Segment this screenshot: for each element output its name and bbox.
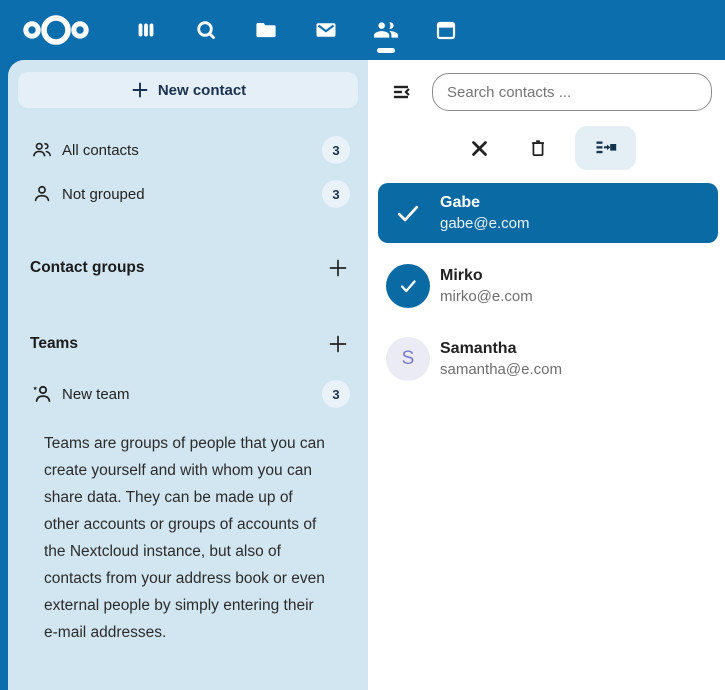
checked-avatar-icon[interactable] bbox=[386, 264, 430, 308]
active-app-indicator bbox=[377, 48, 395, 53]
contact-email: gabe@e.com bbox=[440, 215, 529, 234]
search-contacts-input[interactable] bbox=[432, 73, 712, 111]
contact-row-mirko[interactable]: Mirko mirko@e.com bbox=[378, 256, 718, 316]
contact-name: Samantha bbox=[440, 339, 562, 359]
calendar-icon[interactable] bbox=[424, 5, 468, 55]
sidebar-item-new-team[interactable]: New team 3 bbox=[18, 372, 358, 416]
sidebar-item-label: All contacts bbox=[62, 142, 139, 159]
sidebar-item-label: Not grouped bbox=[62, 186, 145, 203]
sidebar-nav-list: All contacts 3 Not grouped 3 bbox=[18, 128, 358, 216]
contact-row-samantha[interactable]: S Samantha samantha@e.com bbox=[378, 329, 718, 389]
contact-name: Mirko bbox=[440, 266, 533, 286]
new-team-count-badge: 3 bbox=[322, 380, 350, 408]
selection-toolbar bbox=[368, 126, 725, 170]
contacts-icon[interactable] bbox=[364, 5, 408, 55]
person-icon bbox=[30, 182, 54, 206]
merge-contacts-button[interactable] bbox=[575, 126, 636, 170]
contacts-sidebar: New contact All contacts 3 bbox=[8, 60, 368, 690]
selected-check-icon[interactable] bbox=[386, 191, 430, 235]
contact-groups-heading: Contact groups bbox=[18, 246, 358, 290]
nextcloud-logo-icon[interactable] bbox=[22, 12, 90, 48]
contact-name: Gabe bbox=[440, 193, 529, 213]
new-contact-label: New contact bbox=[158, 82, 246, 99]
contact-email: mirko@e.com bbox=[440, 288, 533, 307]
app-header bbox=[0, 0, 725, 60]
apps-grid-icon[interactable] bbox=[124, 5, 168, 55]
contacts-multiple-icon bbox=[30, 138, 54, 162]
plus-icon bbox=[130, 80, 150, 100]
team-star-person-icon bbox=[30, 382, 54, 406]
teams-description: Teams are groups of people that you can … bbox=[44, 430, 328, 646]
mail-icon[interactable] bbox=[304, 5, 348, 55]
contact-email: samantha@e.com bbox=[440, 361, 562, 380]
contact-row-gabe[interactable]: Gabe gabe@e.com bbox=[378, 183, 718, 243]
search-icon[interactable] bbox=[184, 5, 228, 55]
add-contact-group-button[interactable] bbox=[318, 248, 358, 288]
not-grouped-count-badge: 3 bbox=[322, 180, 350, 208]
sidebar-item-all-contacts[interactable]: All contacts 3 bbox=[18, 128, 358, 172]
sidebar-item-label: New team bbox=[62, 386, 130, 403]
add-team-button[interactable] bbox=[318, 324, 358, 364]
contact-groups-title: Contact groups bbox=[30, 259, 145, 277]
files-folder-icon[interactable] bbox=[244, 5, 288, 55]
sidebar-item-not-grouped[interactable]: Not grouped 3 bbox=[18, 172, 358, 216]
cancel-selection-icon[interactable] bbox=[457, 126, 501, 170]
app-navigation bbox=[124, 5, 468, 55]
main-layout: New contact All contacts 3 bbox=[8, 60, 725, 690]
all-contacts-count-badge: 3 bbox=[322, 136, 350, 164]
new-contact-button[interactable]: New contact bbox=[18, 72, 358, 108]
delete-selected-icon[interactable] bbox=[516, 126, 560, 170]
avatar[interactable]: S bbox=[386, 337, 430, 381]
list-header bbox=[368, 60, 725, 114]
contact-list: Gabe gabe@e.com Mirko mirko@e.com bbox=[378, 183, 718, 389]
teams-title: Teams bbox=[30, 335, 78, 353]
merge-icon bbox=[594, 136, 618, 160]
contact-list-panel: Gabe gabe@e.com Mirko mirko@e.com bbox=[368, 60, 725, 690]
teams-heading: Teams bbox=[18, 322, 358, 366]
collapse-sidebar-icon[interactable] bbox=[380, 70, 424, 114]
